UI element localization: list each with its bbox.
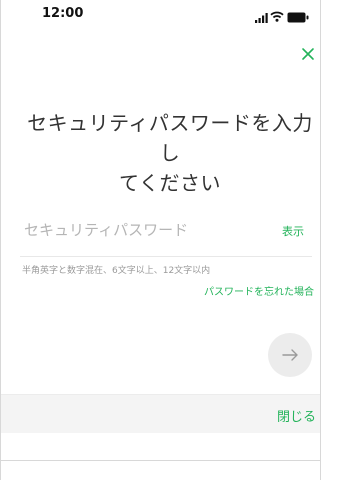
title-line-2: てください (119, 171, 221, 195)
close-icon[interactable] (298, 44, 318, 64)
wifi-icon (270, 7, 284, 26)
next-button[interactable] (268, 333, 312, 377)
forgot-password-link[interactable]: パスワードを忘れた場合 (192, 283, 314, 298)
title-line-1: セキュリティパスワードを入力し (27, 111, 313, 165)
page-title: セキュリティパスワードを入力し てください (20, 108, 320, 198)
frame-border-left (0, 0, 1, 480)
close-button[interactable]: 閉じる (277, 406, 316, 425)
arrow-right-icon (282, 349, 298, 361)
battery-icon (287, 8, 309, 27)
cellular-signal-icon (255, 8, 268, 27)
show-password-toggle[interactable]: 表示 (282, 223, 304, 239)
status-time: 12:00 (42, 6, 84, 21)
password-hint: 半角英字と数字混在、6文字以上、12文字以内 (22, 266, 211, 276)
status-bar: 12:00 (0, 0, 320, 26)
security-password-input[interactable] (24, 218, 244, 242)
frame-border-bottom (0, 460, 321, 461)
bottom-bar: 閉じる (0, 394, 320, 433)
password-screen: 12:00 セキュリティパスワードを入力し てください 表示 半角英字と数字混在… (0, 0, 340, 480)
input-underline (20, 256, 312, 257)
frame-border-right (320, 0, 321, 480)
